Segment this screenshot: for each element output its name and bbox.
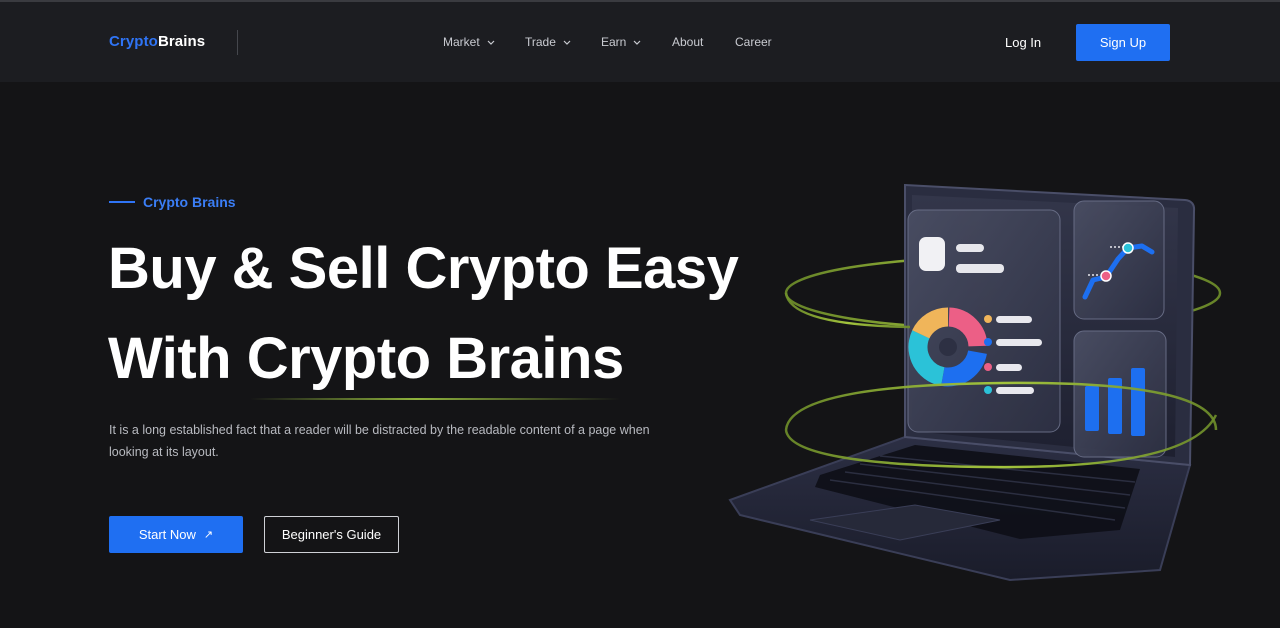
panel-text-line (956, 264, 1004, 273)
line-chart-marker (1122, 242, 1134, 254)
laptop-illustration (728, 183, 1222, 582)
arrow-up-right-icon: ↗ (203, 529, 214, 541)
nav-item-market[interactable]: Market (443, 35, 495, 49)
headline-line-1: Buy & Sell Crypto Easy (108, 236, 739, 301)
nav-item-earn[interactable]: Earn (601, 35, 641, 49)
headline-underline (250, 398, 620, 400)
hero-eyebrow: Crypto Brains (109, 194, 236, 210)
nav-item-label: Career (735, 35, 772, 49)
orbit-ring-front-left (784, 292, 911, 329)
legend-line (996, 364, 1022, 371)
headline-line-2: With Crypto Brains (108, 326, 624, 391)
nav-item-label: About (672, 35, 704, 49)
legend-dot (984, 315, 992, 323)
eyebrow-text: Crypto Brains (143, 194, 236, 210)
nav-item-label: Earn (601, 35, 627, 49)
signup-button[interactable]: Sign Up (1076, 24, 1170, 61)
chevron-down-icon (563, 40, 571, 45)
nav-item-label: Trade (525, 35, 556, 49)
navbar: Crypto Brains Market Trade Earn About Car… (0, 2, 1280, 82)
eyebrow-line (109, 201, 135, 203)
login-link[interactable]: Log In (1005, 35, 1041, 50)
legend-dot (984, 363, 992, 371)
legend-line (996, 339, 1042, 346)
brand-logo[interactable]: Crypto Brains (109, 33, 205, 50)
beginners-guide-button[interactable]: Beginner's Guide (264, 516, 399, 553)
legend-dot (984, 386, 992, 394)
start-now-button[interactable]: Start Now ↗ (109, 516, 243, 553)
legend-dot (984, 338, 992, 346)
legend-line (996, 387, 1034, 394)
bar-chart-bar (1131, 368, 1145, 436)
bar-chart-bar (1085, 386, 1099, 431)
panel-text-line (956, 244, 984, 252)
chevron-down-icon (487, 40, 495, 45)
brand-logo-part1: Crypto (109, 33, 158, 50)
nav-item-trade[interactable]: Trade (525, 35, 571, 49)
start-now-label: Start Now (138, 527, 196, 542)
chevron-down-icon (633, 40, 641, 45)
nav-item-label: Market (443, 35, 480, 49)
nav-item-about[interactable]: About (672, 35, 703, 49)
logo-divider (237, 30, 238, 55)
legend-line (996, 316, 1032, 323)
hero-description: It is a long established fact that a rea… (109, 423, 650, 459)
nav-item-career[interactable]: Career (735, 35, 772, 49)
hero-headline: Buy & Sell Crypto Easy With Crypto Brain… (108, 224, 788, 404)
brand-logo-part2: Brains (157, 33, 206, 50)
panel-card-icon (919, 237, 945, 271)
line-chart-marker (1100, 270, 1112, 282)
